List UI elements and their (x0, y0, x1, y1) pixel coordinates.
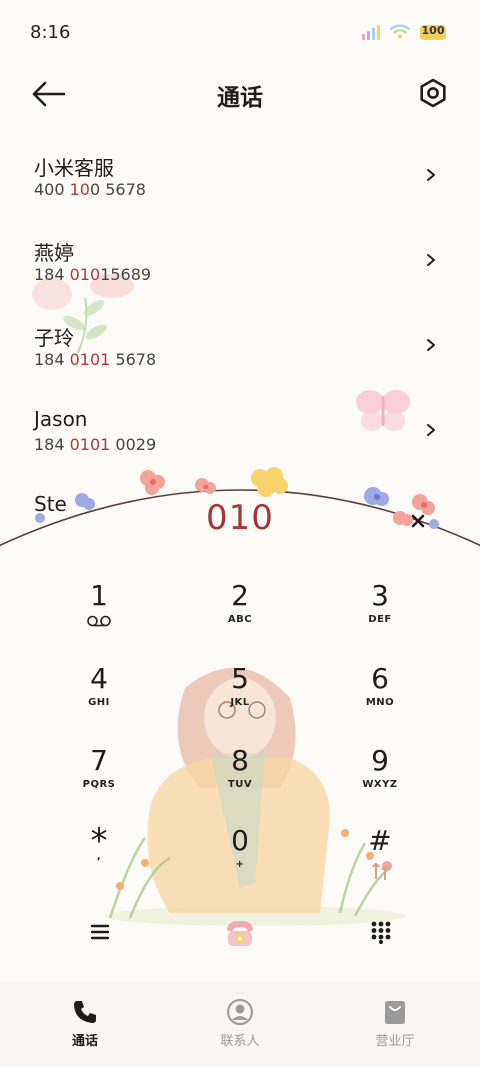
nav-label: 联系人 (220, 1034, 260, 1049)
nav-tab-calls[interactable]: 通话 (5, 982, 165, 1067)
key-digit: 6 (371, 662, 389, 695)
key-digit: 5 (231, 662, 249, 695)
key-letters: MNO (365, 697, 395, 708)
phone-screen: 8:16 100 通话 小米客服 400 100 5678 燕婷 184 010… (0, 0, 480, 1067)
clear-input-icon[interactable] (407, 510, 429, 532)
back-arrow-icon[interactable] (28, 76, 70, 112)
mushroom-decoration-icon (372, 863, 389, 880)
chevron-right-icon[interactable] (426, 253, 436, 267)
contact-name: 小米客服 (34, 156, 114, 180)
wifi-icon (390, 24, 410, 39)
dial-key-5[interactable]: 5 JKL (185, 663, 295, 735)
key-letters: DEF (368, 614, 392, 625)
contact-row[interactable]: 燕婷 184 01015689 (0, 217, 480, 302)
contact-number: 184 0101 5678 (34, 350, 157, 369)
dial-key-2[interactable]: 2 ABC (185, 580, 295, 652)
status-bar: 8:16 100 (0, 0, 480, 64)
contact-name: Jason (34, 407, 88, 431)
dial-key-9[interactable]: 9 WXYZ (325, 745, 435, 817)
key-letters: ABC (227, 614, 253, 625)
key-digit: 3 (371, 579, 389, 612)
key-digit: 0 (231, 824, 249, 857)
call-button-icon[interactable] (223, 916, 257, 950)
key-digit: # (368, 824, 392, 857)
chevron-right-icon[interactable] (426, 168, 436, 182)
nav-tab-contacts[interactable]: 联系人 (160, 982, 320, 1067)
contact-number: 184 0101 0029 (34, 435, 157, 454)
voicemail-icon (87, 615, 111, 627)
phone-icon (74, 1001, 96, 1023)
settings-icon[interactable] (416, 76, 450, 112)
battery-level: 100 (421, 24, 445, 37)
key-letters: , (96, 851, 102, 862)
key-letters: + (235, 859, 245, 870)
bottom-navigation: 通话 联系人 营业厅 (0, 982, 480, 1067)
status-time: 8:16 (30, 22, 71, 43)
dial-key-8[interactable]: 8 TUV (185, 745, 295, 817)
chevron-right-icon[interactable] (426, 423, 436, 437)
key-digit: 7 (90, 744, 108, 777)
dial-key-3[interactable]: 3 DEF (325, 580, 435, 652)
nav-label: 营业厅 (375, 1034, 415, 1049)
chevron-right-icon[interactable] (426, 338, 436, 352)
key-letters: WXYZ (362, 779, 398, 790)
person-icon (227, 999, 253, 1025)
dial-key-0[interactable]: 0 + (185, 825, 295, 897)
dial-key-4[interactable]: 4 GHI (44, 663, 154, 735)
signal-icon (362, 24, 380, 40)
dial-key-star[interactable]: * , (44, 824, 154, 897)
nav-label: 通话 (71, 1034, 98, 1049)
key-digit: 4 (90, 662, 108, 695)
page-title: 通话 (217, 85, 263, 111)
key-digit: 8 (231, 744, 249, 777)
dialpad-toggle-icon[interactable] (370, 920, 392, 944)
key-letters: GHI (88, 697, 110, 708)
contact-row[interactable]: 子玲 184 0101 5678 (0, 302, 480, 387)
contact-name: 子玲 (34, 326, 74, 350)
key-letters: JKL (230, 697, 250, 708)
nav-tab-store[interactable]: 营业厅 (315, 982, 475, 1067)
dial-key-7[interactable]: 7 PQRS (44, 745, 154, 817)
contact-number: 184 01015689 (34, 265, 152, 284)
contact-number: 400 100 5678 (34, 180, 146, 199)
contact-row[interactable]: 小米客服 400 100 5678 (0, 132, 480, 217)
battery-icon: 100 (420, 24, 446, 40)
dial-key-1[interactable]: 1 (44, 580, 154, 652)
contact-name: 燕婷 (34, 241, 74, 265)
dial-key-hash[interactable]: # (325, 825, 435, 897)
key-digit: 2 (231, 579, 249, 612)
shopping-bag-icon (385, 1001, 405, 1024)
status-icons: 100 (362, 24, 446, 40)
key-letters: PQRS (82, 779, 116, 790)
key-letters: TUV (227, 779, 253, 790)
menu-icon[interactable] (90, 922, 110, 942)
key-digit: 9 (371, 744, 389, 777)
dial-key-6[interactable]: 6 MNO (325, 663, 435, 735)
contact-row[interactable]: Jason 184 0101 0029 (0, 387, 480, 472)
key-digit: 1 (90, 579, 108, 612)
